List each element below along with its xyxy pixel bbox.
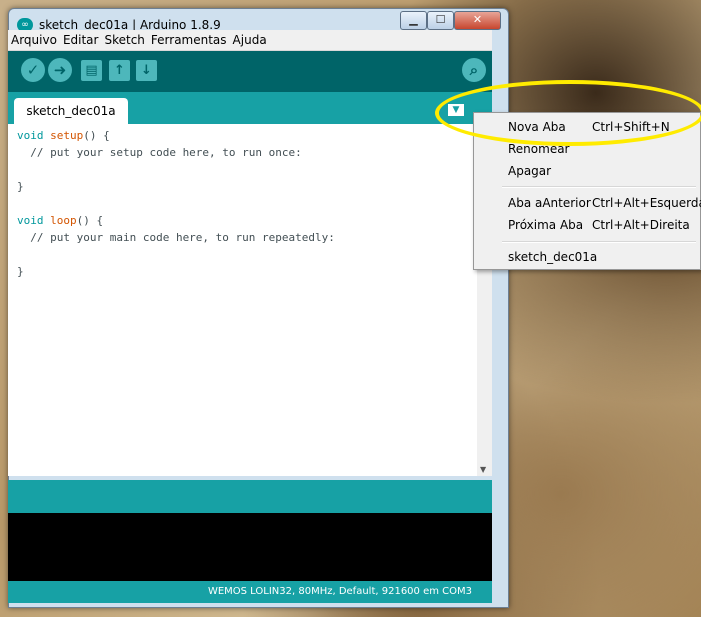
code-line: }: [17, 265, 24, 278]
menu-bar: Arquivo Editar Sketch Ferramentas Ajuda: [8, 30, 492, 51]
code-line: }: [17, 180, 24, 193]
upload-button[interactable]: ➜: [48, 58, 72, 82]
menu-ajuda[interactable]: Ajuda: [230, 30, 270, 50]
menu-item-sketch-tab[interactable]: sketch_dec01a: [474, 247, 700, 267]
code-line: void setup() {: [17, 129, 110, 142]
menu-item-previous-tab[interactable]: Aba aAnterior Ctrl+Alt+Esquerda: [474, 193, 701, 213]
menu-sketch[interactable]: Sketch: [101, 30, 147, 50]
new-sketch-button[interactable]: ▤: [81, 60, 102, 81]
maximize-button[interactable]: ☐: [427, 11, 454, 30]
menu-item-delete[interactable]: Apagar: [474, 161, 700, 181]
menu-separator: [502, 241, 696, 243]
console-output[interactable]: [8, 513, 492, 581]
close-button[interactable]: ✕: [454, 11, 501, 30]
minimize-button[interactable]: ▁: [400, 11, 427, 30]
menu-ferramentas[interactable]: Ferramentas: [148, 30, 230, 50]
board-status: WEMOS LOLIN32, 80MHz, Default, 921600 em…: [207, 586, 472, 597]
message-bar: [8, 480, 492, 513]
serial-monitor-button[interactable]: ⌕: [462, 58, 486, 82]
menu-item-next-tab[interactable]: Próxima Aba Ctrl+Alt+Direita: [474, 215, 700, 235]
menu-arquivo[interactable]: Arquivo: [8, 30, 60, 50]
verify-button[interactable]: ✓: [21, 58, 45, 82]
menu-separator: [502, 186, 696, 188]
menu-editar[interactable]: Editar: [60, 30, 102, 50]
open-sketch-button[interactable]: ↑: [109, 60, 130, 81]
code-line: void loop() {: [17, 214, 104, 227]
scroll-down-arrow-icon[interactable]: ▼: [480, 465, 486, 474]
highlight-ellipse: [435, 80, 701, 146]
toolbar: ✓ ➜ ▤ ↑ ↓ ⌕: [8, 51, 492, 92]
tab-sketch[interactable]: sketch_dec01a: [14, 98, 128, 124]
code-line: // put your main code here, to run repea…: [17, 231, 335, 244]
save-sketch-button[interactable]: ↓: [136, 60, 157, 81]
code-editor[interactable]: void setup() { // put your setup code he…: [8, 124, 477, 476]
code-line: // put your setup code here, to run once…: [17, 146, 302, 159]
status-bar: WEMOS LOLIN32, 80MHz, Default, 921600 em…: [8, 581, 492, 603]
tab-bar: sketch_dec01a ▼: [8, 92, 492, 124]
